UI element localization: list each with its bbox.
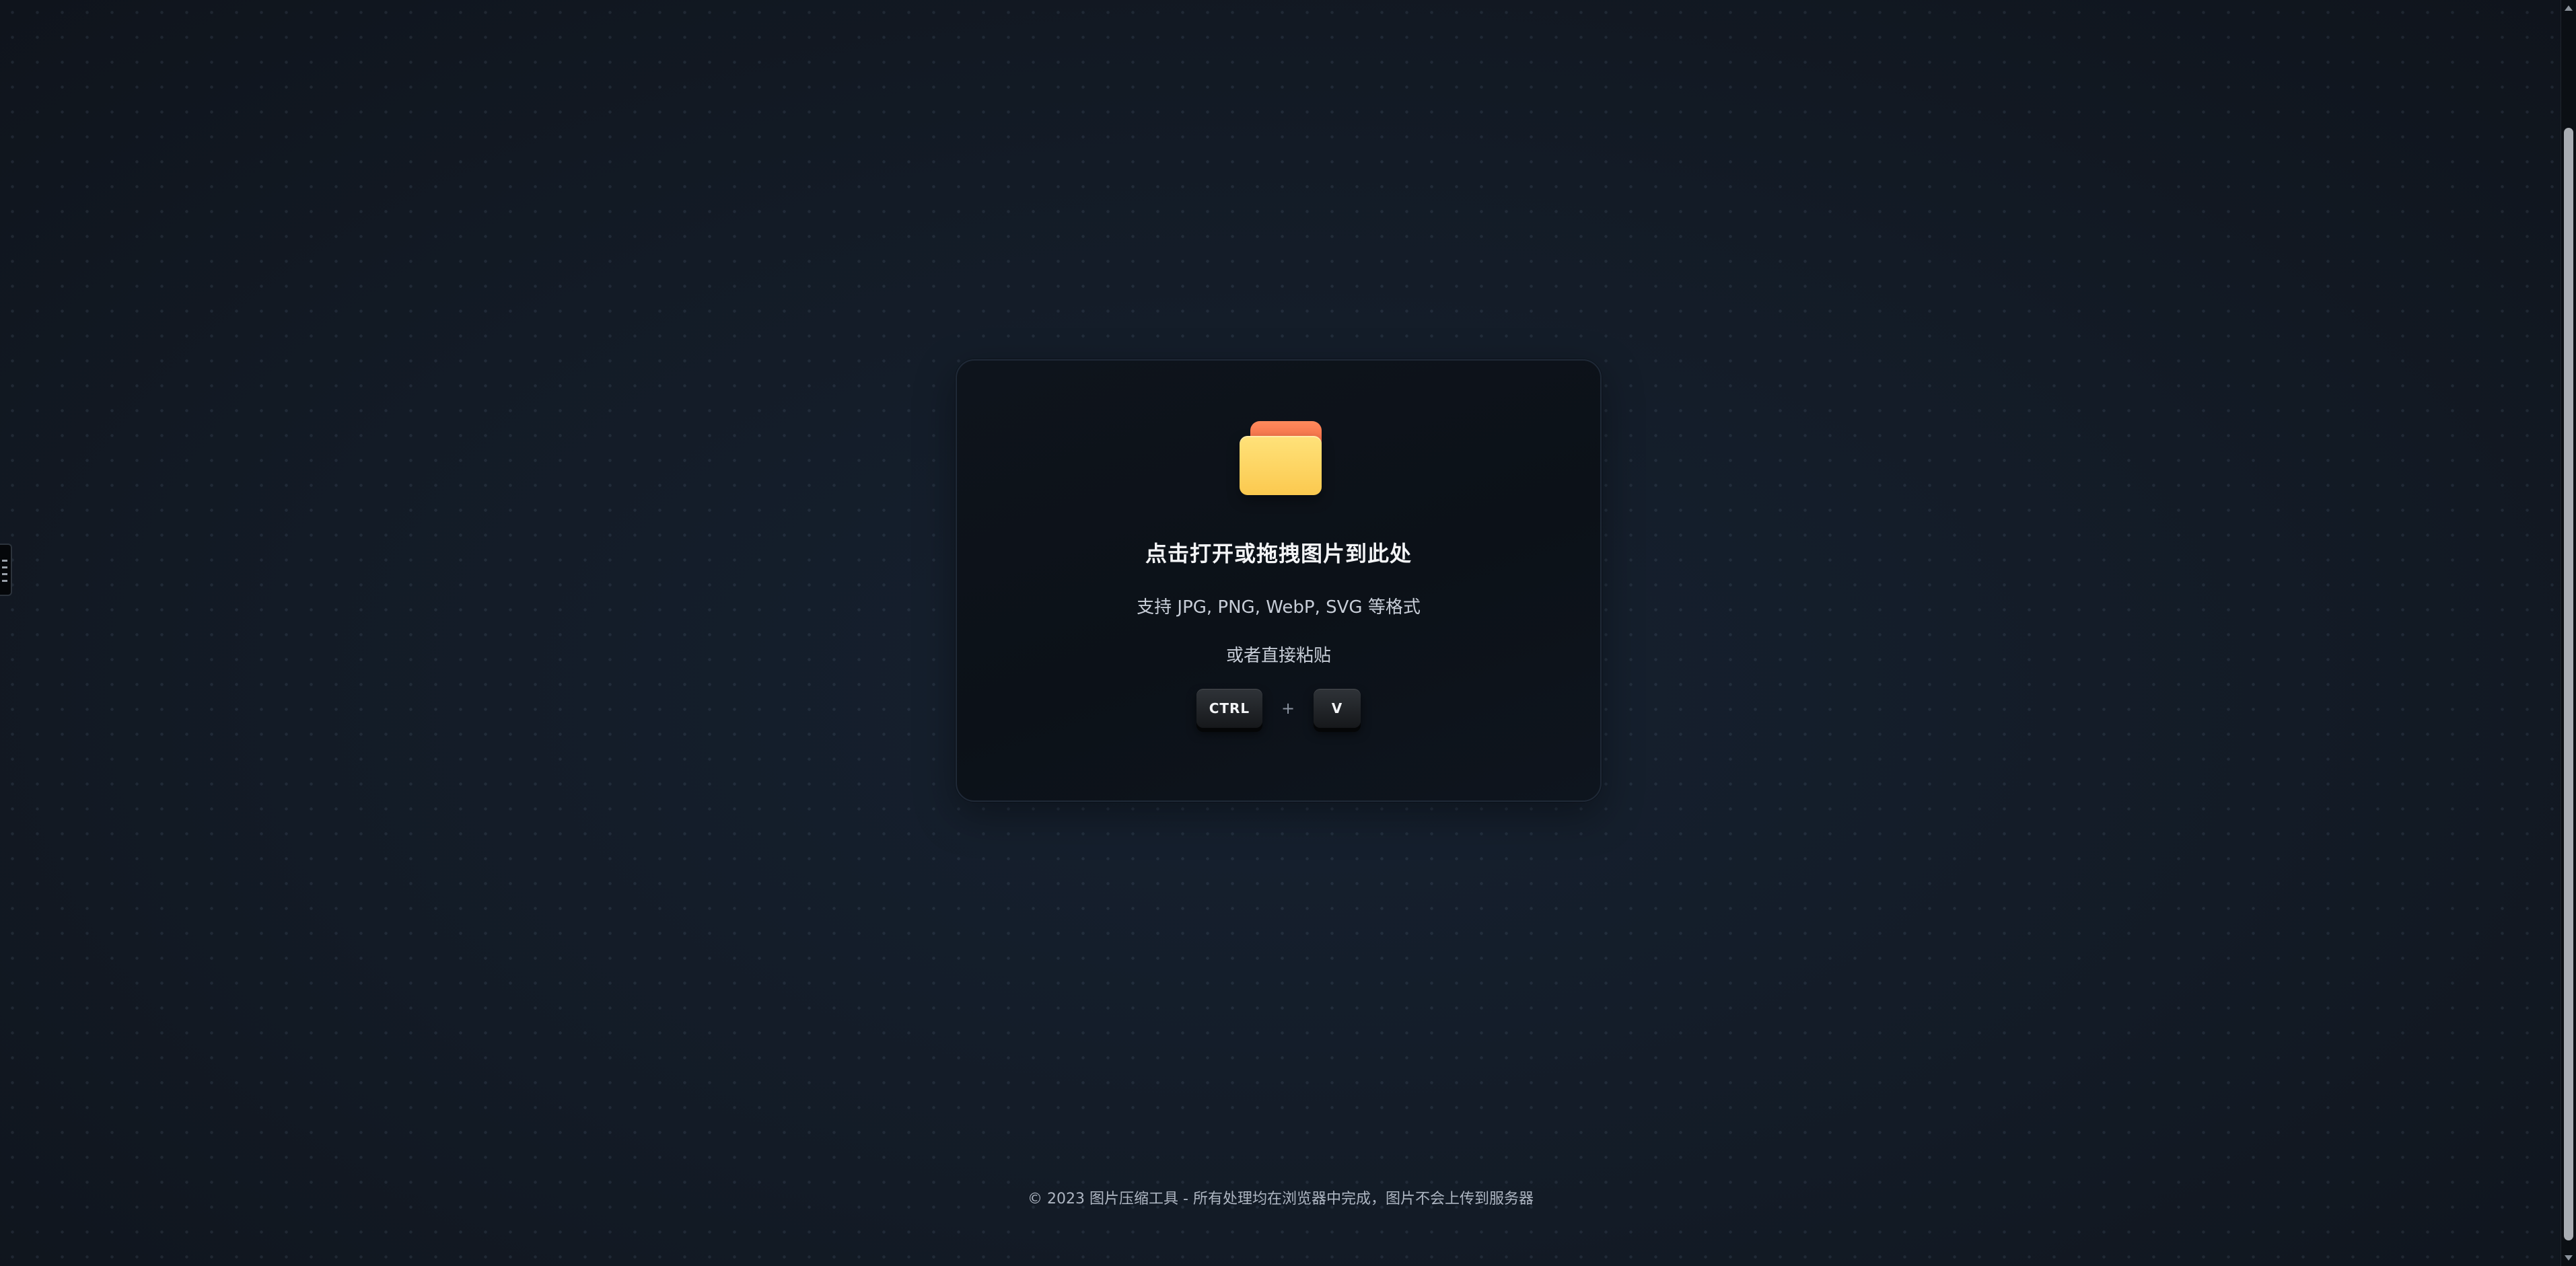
plus-sign: +: [1281, 699, 1295, 718]
v-key: V: [1314, 689, 1361, 728]
paste-hint: 或者直接粘贴: [1225, 646, 1331, 666]
grip-line: [2, 566, 7, 568]
footer-text: © 2023 图片压缩工具 - 所有处理均在浏览器中完成，图片不会上传到服务器: [1028, 1191, 1534, 1207]
paste-shortcut: CTRL + V: [957, 686, 1600, 731]
upload-dropzone[interactable]: 点击打开或拖拽图片到此处 支持 JPG, PNG, WebP, SVG 等格式 …: [956, 359, 1602, 802]
supported-formats-text: 支持 JPG, PNG, WebP, SVG 等格式: [1137, 597, 1421, 618]
folder-body: [1240, 436, 1322, 495]
folder-icon: [1240, 421, 1322, 495]
side-panel-handle[interactable]: [0, 544, 12, 596]
vertical-scrollbar[interactable]: [2561, 0, 2576, 1266]
scroll-up-icon[interactable]: [2565, 5, 2573, 11]
ctrl-key: CTRL: [1196, 689, 1262, 728]
upload-title: 点击打开或拖拽图片到此处: [1145, 541, 1412, 566]
grip-line: [2, 580, 7, 582]
grip-line: [2, 573, 7, 575]
scrollbar-thumb[interactable]: [2564, 128, 2573, 1240]
scroll-down-icon[interactable]: [2565, 1255, 2573, 1261]
grip-line: [2, 560, 7, 562]
page: 点击打开或拖拽图片到此处 支持 JPG, PNG, WebP, SVG 等格式 …: [0, 0, 2561, 1266]
